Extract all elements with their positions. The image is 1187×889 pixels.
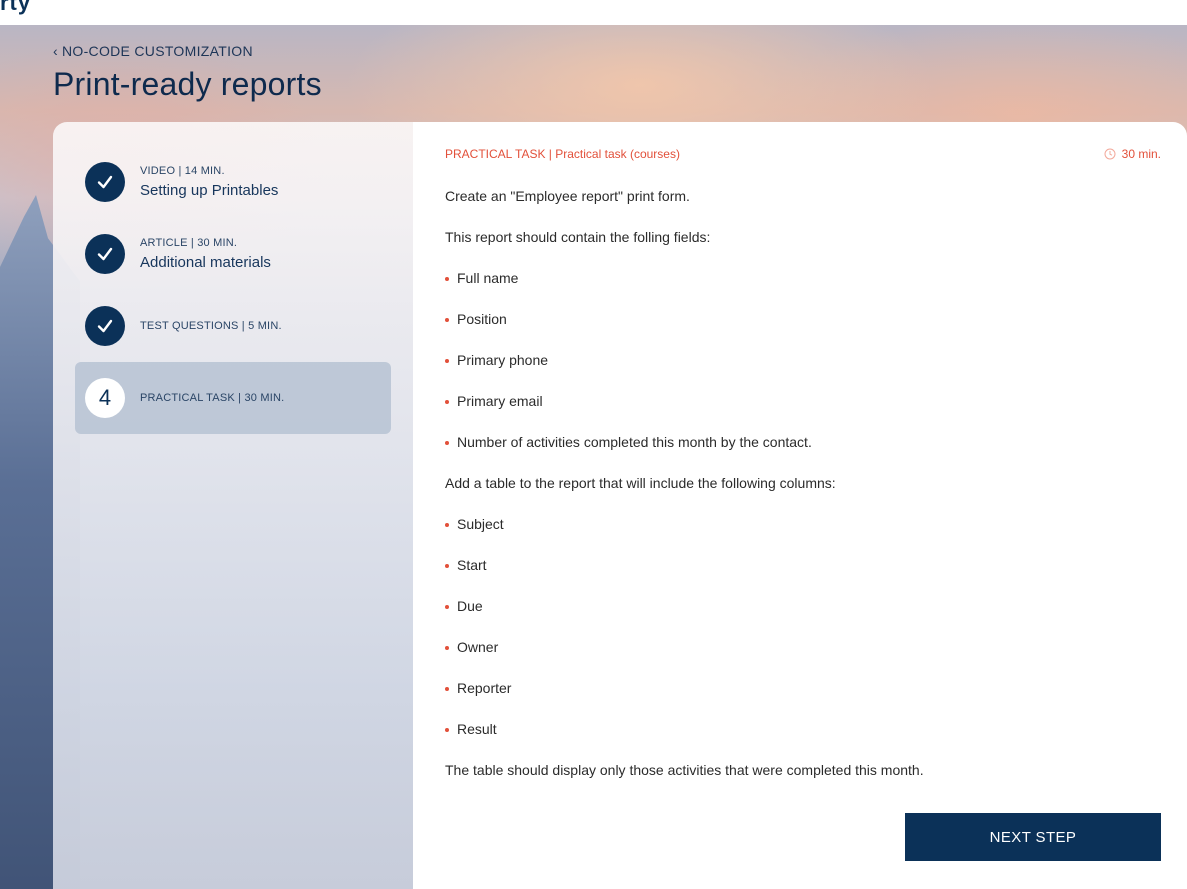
bullet-icon [445, 523, 449, 527]
check-icon [85, 234, 125, 274]
list-item: Result [445, 721, 497, 737]
bullet-icon [445, 605, 449, 609]
task-intro: Create an "Employee report" print form. [445, 188, 690, 204]
step-name: Additional materials [140, 254, 271, 271]
list-item: Primary email [445, 393, 543, 409]
task-outro: The table should display only those acti… [445, 762, 924, 778]
next-step-button[interactable]: NEXT STEP [905, 813, 1161, 861]
clock-icon [1104, 148, 1116, 160]
list-item-text: Due [457, 598, 483, 614]
bullet-icon [445, 318, 449, 322]
step-item-video[interactable]: VIDEO | 14 MIN. Setting up Printables [75, 146, 391, 218]
check-icon [85, 306, 125, 346]
list-item: Position [445, 311, 507, 327]
step-item-article[interactable]: ARTICLE | 30 MIN. Additional materials [75, 218, 391, 290]
step-number-badge: 4 [85, 378, 125, 418]
step-meta: VIDEO | 14 MIN. [140, 165, 225, 177]
list-item-text: Full name [457, 270, 519, 286]
list-item: Start [445, 557, 487, 573]
top-bar: rty [0, 0, 1187, 25]
bullet-icon [445, 359, 449, 363]
chevron-left-icon: ‹ [53, 43, 58, 59]
list-item-text: Number of activities completed this mont… [457, 434, 812, 450]
bullet-icon [445, 646, 449, 650]
step-meta: PRACTICAL TASK | 30 MIN. [140, 392, 285, 404]
bullet-icon [445, 277, 449, 281]
step-meta: ARTICLE | 30 MIN. [140, 237, 238, 249]
steps-sidebar: VIDEO | 14 MIN. Setting up Printables AR… [53, 122, 413, 889]
list-item: Due [445, 598, 483, 614]
step-item-practical-task[interactable]: 4 PRACTICAL TASK | 30 MIN. [75, 362, 391, 434]
page-title: Print-ready reports [53, 66, 322, 102]
breadcrumb[interactable]: ‹ NO-CODE CUSTOMIZATION [53, 43, 253, 59]
list-item: Number of activities completed this mont… [445, 434, 812, 450]
task-content: PRACTICAL TASK | Practical task (courses… [413, 122, 1187, 889]
bullet-icon [445, 400, 449, 404]
list-item: Reporter [445, 680, 511, 696]
course-card: VIDEO | 14 MIN. Setting up Printables AR… [53, 122, 1187, 889]
list-item-text: Owner [457, 639, 499, 655]
breadcrumb-label: NO-CODE CUSTOMIZATION [61, 43, 253, 59]
logo[interactable]: rty [0, 0, 31, 16]
check-icon [85, 162, 125, 202]
bullet-icon [445, 441, 449, 445]
list-item: Owner [445, 639, 498, 655]
task-type-label: PRACTICAL TASK | Practical task (courses… [445, 147, 680, 161]
list-item-text: Primary phone [457, 352, 549, 368]
list-item: Full name [445, 270, 518, 286]
bullet-icon [445, 564, 449, 568]
step-item-test-questions[interactable]: TEST QUESTIONS | 5 MIN. [75, 290, 391, 362]
list-item-text: Start [457, 557, 487, 573]
list-item-text: Subject [457, 516, 504, 532]
list-item-text: Result [457, 721, 497, 737]
bullet-icon [445, 687, 449, 691]
list-item-text: Primary email [457, 393, 543, 409]
table-intro: Add a table to the report that will incl… [445, 475, 836, 491]
fields-intro: This report should contain the folling f… [445, 229, 711, 245]
step-meta: TEST QUESTIONS | 5 MIN. [140, 320, 282, 332]
task-duration: 30 min. [1104, 147, 1161, 161]
list-item-text: Position [457, 311, 507, 327]
duration-text: 30 min. [1121, 147, 1161, 161]
bullet-icon [445, 728, 449, 732]
list-item: Primary phone [445, 352, 548, 368]
step-name: Setting up Printables [140, 182, 279, 199]
list-item: Subject [445, 516, 504, 532]
list-item-text: Reporter [457, 680, 512, 696]
